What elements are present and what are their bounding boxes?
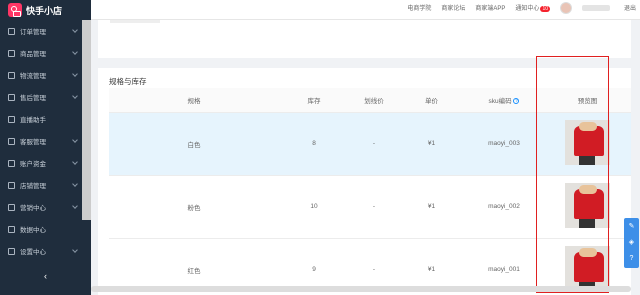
chevron-down-icon [72, 137, 78, 143]
cell-spec: 粉色 [109, 175, 279, 239]
header-spec: 规格 [109, 88, 279, 113]
floating-toolbar: ✎ ◈ ? [624, 218, 639, 268]
previous-section-card [98, 20, 631, 58]
menu-icon [8, 71, 15, 79]
cell-price: ¥1 [399, 112, 464, 176]
menu-icon [8, 247, 15, 255]
sku-column-highlight [536, 56, 609, 293]
cell-stock: 10 [279, 175, 349, 239]
chevron-down-icon [72, 49, 78, 55]
user-name-redacted [582, 4, 610, 11]
app-name: 快手小店 [26, 5, 63, 16]
link-academy[interactable]: 电商学院 [407, 3, 431, 12]
header-sku-code: sku编码 ? [464, 88, 544, 113]
kuaishou-logo-icon [8, 3, 22, 17]
sidebar-item-2[interactable]: 物流管理 [0, 64, 91, 86]
menu-icon [8, 225, 15, 233]
chevron-down-icon [72, 247, 78, 253]
link-forum[interactable]: 商家论坛 [441, 3, 465, 12]
menu-icon [8, 137, 15, 145]
menu-icon [8, 27, 15, 35]
cell-price: ¥1 [399, 175, 464, 239]
sidebar: 快手小店 订单管理商品管理物流管理售后管理直播助手客服管理账户资金店铺管理营销中… [0, 0, 91, 295]
sidebar-item-label: 物流管理 [20, 73, 46, 80]
help-icon[interactable]: ? [513, 98, 520, 105]
sidebar-item-label: 账户资金 [20, 161, 46, 168]
faded-text [110, 20, 160, 23]
menu-icon [8, 115, 15, 123]
cell-strike: - [349, 175, 399, 239]
menu-icon [8, 93, 15, 101]
chevron-down-icon [72, 71, 78, 77]
cell-sku: maoyi_002 [464, 175, 544, 239]
sidebar-item-label: 商品管理 [20, 51, 46, 58]
chevron-down-icon [72, 27, 78, 33]
notification-badge: 10 [540, 6, 550, 12]
menu-icon [8, 203, 15, 211]
chevron-down-icon [72, 93, 78, 99]
chevron-down-icon [72, 159, 78, 165]
cube-icon[interactable]: ◈ [624, 234, 639, 250]
avatar[interactable] [560, 1, 572, 14]
sidebar-item-7[interactable]: 店铺管理 [0, 174, 91, 196]
menu-icon [8, 181, 15, 189]
sidebar-item-1[interactable]: 商品管理 [0, 42, 91, 64]
sidebar-item-label: 直播助手 [20, 117, 46, 124]
sidebar-item-4[interactable]: 直播助手 [0, 108, 91, 130]
sidebar-item-label: 订单管理 [20, 29, 46, 36]
sidebar-item-label: 客服管理 [20, 139, 46, 146]
cell-stock: 8 [279, 112, 349, 176]
horizontal-scrollbar[interactable] [91, 286, 631, 292]
edit-icon[interactable]: ✎ [624, 218, 639, 234]
help-circle-icon[interactable]: ? [624, 250, 639, 266]
sidebar-item-10[interactable]: 设置中心 [0, 240, 91, 262]
notification-center[interactable]: 通知中心 10 [515, 3, 550, 12]
sidebar-item-label: 店铺管理 [20, 183, 46, 190]
sidebar-item-label: 售后管理 [20, 95, 46, 102]
cell-strike: - [349, 112, 399, 176]
sidebar-item-0[interactable]: 订单管理 [0, 20, 91, 42]
logout-link[interactable]: 退出 [624, 3, 636, 12]
header-unit-price: 单价 [399, 88, 464, 113]
top-bar: 电商学院 商家论坛 商家端APP 通知中心 10 退出 [91, 0, 640, 20]
menu-icon [8, 49, 15, 57]
sidebar-scrollbar[interactable] [82, 20, 91, 220]
cell-sku: maoyi_003 [464, 112, 544, 176]
sidebar-item-3[interactable]: 售后管理 [0, 86, 91, 108]
header-stock: 库存 [279, 88, 349, 113]
link-app[interactable]: 商家端APP [475, 3, 505, 12]
menu-icon [8, 159, 15, 167]
collapse-sidebar-button[interactable]: ‹ [0, 267, 91, 285]
sidebar-item-9[interactable]: 数据中心 [0, 218, 91, 240]
chevron-down-icon [72, 181, 78, 187]
cell-spec: 白色 [109, 112, 279, 176]
sidebar-nav: 订单管理商品管理物流管理售后管理直播助手客服管理账户资金店铺管理营销中心数据中心… [0, 20, 91, 262]
sidebar-item-label: 营销中心 [20, 205, 46, 212]
sidebar-item-label: 数据中心 [20, 227, 46, 234]
chevron-down-icon [72, 203, 78, 209]
header-strike-price: 划线价 [349, 88, 399, 113]
sidebar-item-8[interactable]: 营销中心 [0, 196, 91, 218]
main-content: 规格与库存 规格 库存 划线价 单价 sku编码 ? 预览图 白色 8- ¥1 mao… [91, 20, 640, 295]
app-logo[interactable]: 快手小店 [0, 0, 91, 20]
section-title: 规格与库存 [109, 77, 147, 86]
sidebar-item-6[interactable]: 账户资金 [0, 152, 91, 174]
sidebar-item-label: 设置中心 [20, 249, 46, 256]
sidebar-item-5[interactable]: 客服管理 [0, 130, 91, 152]
